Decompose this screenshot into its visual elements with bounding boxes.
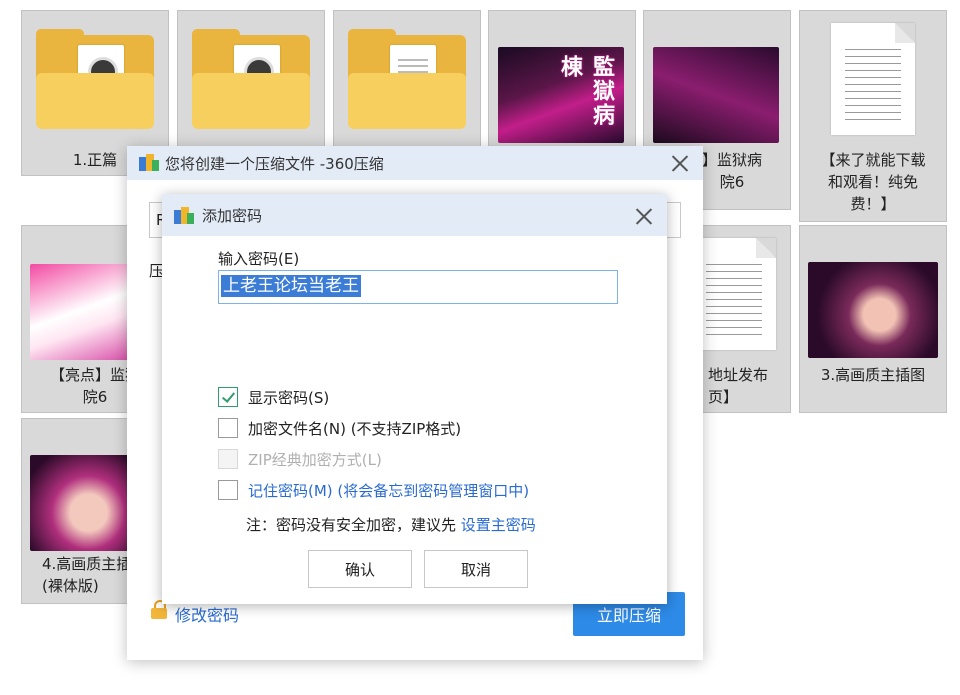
password-value: 上老王论坛当老王 xyxy=(221,275,361,297)
poster-title: 監獄病棟 xyxy=(557,55,615,127)
encrypt-filename-option[interactable]: 加密文件名(N) (不支持ZIP格式) xyxy=(218,416,461,440)
change-password-link[interactable]: 修改密码 xyxy=(175,602,239,626)
zip-classic-checkbox xyxy=(218,449,238,469)
360zip-app-icon xyxy=(174,207,194,225)
image-thumbnail xyxy=(808,262,938,358)
file-tile-6[interactable]: 【来了就能下载 和观看！纯免 费！】 xyxy=(799,10,947,222)
360zip-app-icon xyxy=(139,154,159,172)
show-password-option[interactable]: 显示密码(S) xyxy=(218,385,329,409)
zip-classic-label: ZIP经典加密方式(L) xyxy=(248,450,382,469)
remember-password-checkbox[interactable] xyxy=(218,480,238,500)
zip-classic-option: ZIP经典加密方式(L) xyxy=(218,447,382,471)
folder-icon xyxy=(36,29,154,131)
poster-thumbnail: 監獄病棟 xyxy=(498,47,624,143)
confirm-button[interactable]: 确认 xyxy=(308,550,412,588)
add-password-titlebar[interactable]: 添加密码 xyxy=(162,194,667,236)
poster-thumbnail xyxy=(653,47,779,143)
close-icon[interactable] xyxy=(669,152,691,174)
document-icon xyxy=(831,23,915,135)
show-password-checkbox[interactable] xyxy=(218,387,238,407)
security-note-text: 注：密码没有安全加密，建议先 xyxy=(246,516,457,534)
close-icon[interactable] xyxy=(633,205,655,227)
remember-password-option[interactable]: 记住密码(M) (将会备忘到密码管理窗口中) xyxy=(218,478,529,502)
file-caption: 3.高画质主插图 xyxy=(820,366,926,384)
security-note: 注：密码没有安全加密，建议先 设置主密码 xyxy=(246,514,536,535)
password-input[interactable]: 上老王论坛当老王 xyxy=(218,270,618,304)
folder-icon xyxy=(192,29,310,131)
cancel-button[interactable]: 取消 xyxy=(424,550,528,588)
add-password-dialog: 添加密码 输入密码(E) 上老王论坛当老王 显示密码(S) 加密文件名(N) (… xyxy=(162,194,667,604)
add-password-title: 添加密码 xyxy=(202,207,263,225)
password-input-label: 输入密码(E) xyxy=(218,250,300,268)
encrypt-filename-label: 加密文件名(N) (不支持ZIP格式) xyxy=(248,419,462,438)
set-master-password-link[interactable]: 设置主密码 xyxy=(461,516,536,534)
compress-dialog-titlebar[interactable]: 您将创建一个压缩文件 -360压缩 xyxy=(127,146,703,180)
file-caption: 【来了就能下载 和观看！纯免 费！】 xyxy=(820,151,926,213)
encrypt-filename-checkbox[interactable] xyxy=(218,418,238,438)
compress-dialog-title: 您将创建一个压缩文件 -360压缩 xyxy=(165,155,384,173)
file-tile-9[interactable]: 3.高画质主插图 xyxy=(799,225,947,413)
show-password-label: 显示密码(S) xyxy=(248,388,330,407)
remember-password-label: 记住密码(M) (将会备忘到密码管理窗口中) xyxy=(248,481,530,500)
folder-icon xyxy=(348,29,466,131)
document-icon xyxy=(692,238,776,350)
